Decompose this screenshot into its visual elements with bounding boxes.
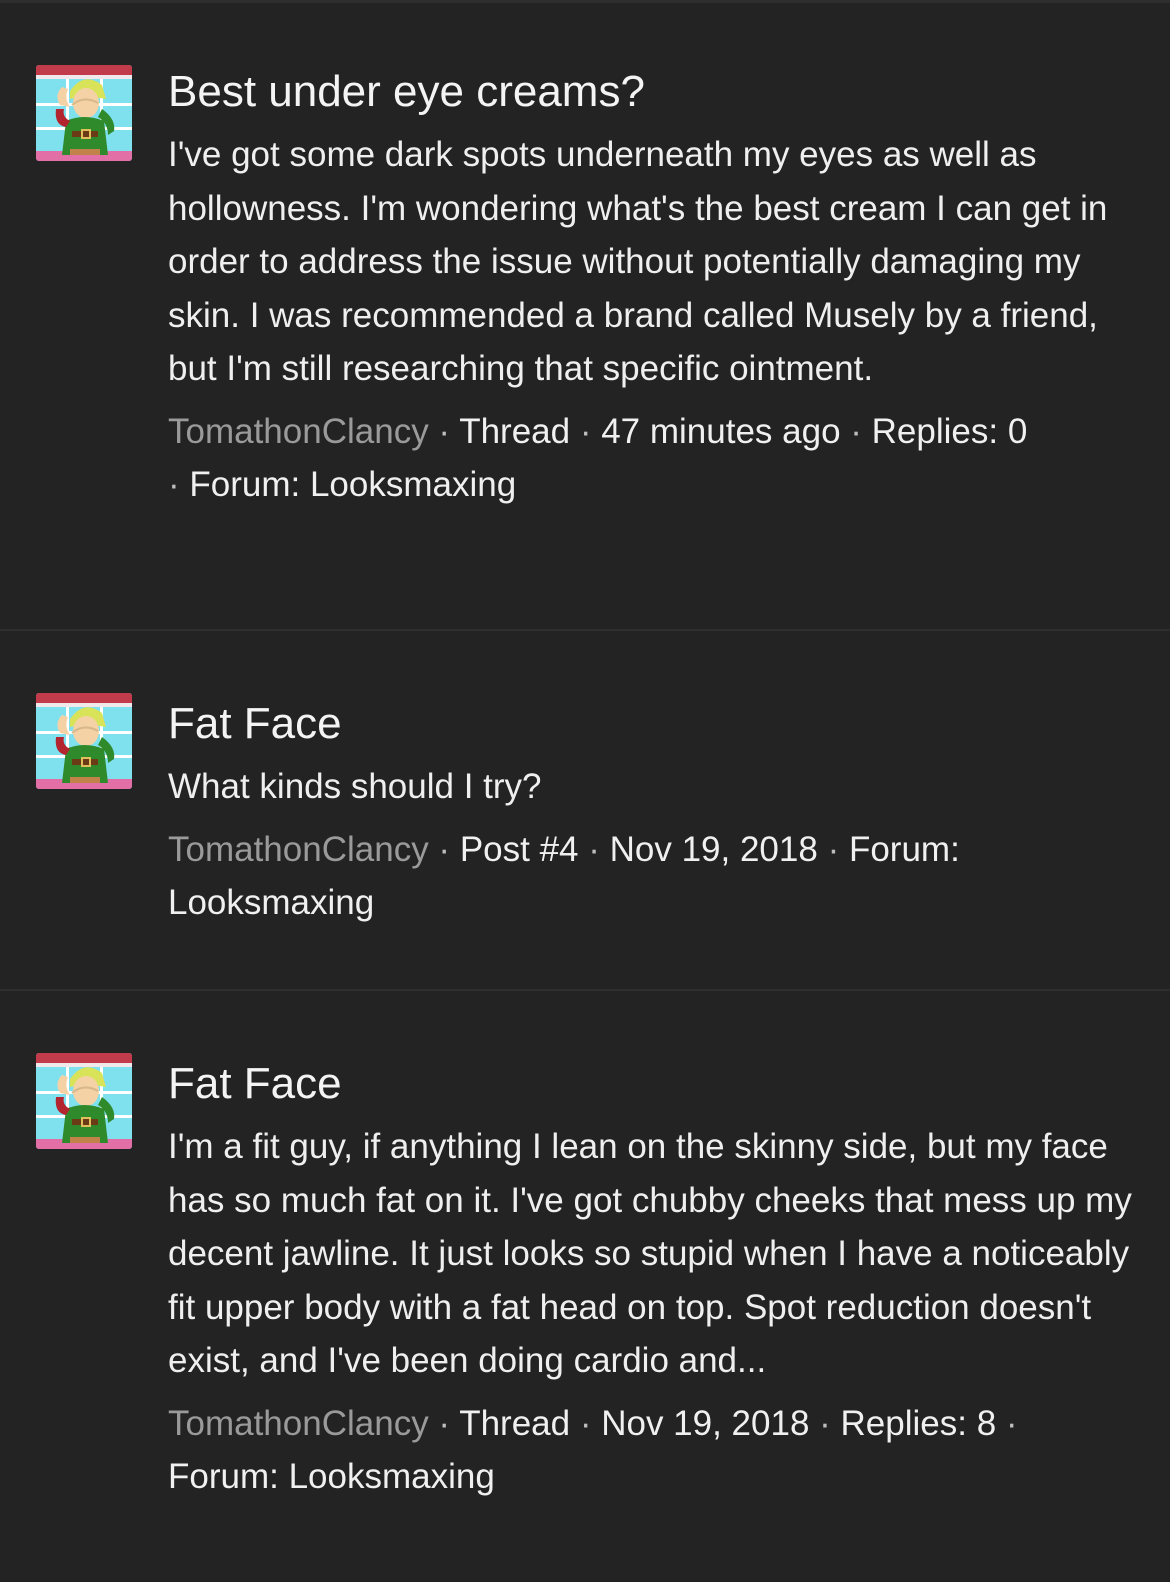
forum-link[interactable]: Forum: Looksmaxing [189, 465, 516, 504]
meta-separator: · [428, 1403, 460, 1443]
forum-link[interactable]: Forum: Looksmaxing [168, 1457, 495, 1496]
search-result: Fat Face What kinds should I try? Tomath… [0, 631, 1170, 991]
avatar[interactable] [36, 693, 132, 789]
meta-separator: · [428, 411, 460, 451]
avatar[interactable] [36, 1053, 132, 1149]
result-meta: TomathonClancy · Post #4 · Nov 19, 2018 … [168, 823, 1142, 930]
avatar[interactable] [36, 65, 132, 161]
meta-separator: · [570, 1403, 602, 1443]
search-result: Best under eye creams? I've got some dar… [0, 3, 1170, 631]
result-title[interactable]: Best under eye creams? [168, 64, 1142, 120]
meta-separator: · [809, 1403, 841, 1443]
author-link[interactable]: TomathonClancy [168, 830, 429, 869]
result-snippet: I've got some dark spots underneath my e… [168, 135, 1108, 388]
result-snippet: I'm a fit guy, if anything I lean on the… [168, 1127, 1132, 1380]
reply-count: Replies: 0 [871, 411, 1028, 451]
avatar-green-tunic-elf-icon [36, 65, 132, 161]
result-title[interactable]: Fat Face [168, 696, 1142, 752]
reply-count: Replies: 8 [840, 1403, 997, 1443]
search-result: Fat Face I'm a fit guy, if anything I le… [0, 991, 1170, 1582]
meta-separator: · [996, 1403, 1018, 1443]
result-meta: TomathonClancy · Thread · Nov 19, 2018 ·… [168, 1397, 1142, 1504]
meta-separator: · [578, 829, 610, 869]
timestamp: Nov 19, 2018 [609, 829, 818, 869]
author-link[interactable]: TomathonClancy [168, 412, 429, 451]
content-type: Thread [459, 1403, 571, 1443]
avatar-green-tunic-elf-icon [36, 693, 132, 789]
avatar-green-tunic-elf-icon [36, 1053, 132, 1149]
result-title[interactable]: Fat Face [168, 1056, 1142, 1112]
timestamp: 47 minutes ago [601, 411, 841, 451]
content-type: Thread [459, 411, 571, 451]
meta-separator: · [570, 411, 602, 451]
result-meta: TomathonClancy · Thread · 47 minutes ago… [168, 405, 1142, 512]
meta-separator: · [168, 465, 180, 504]
meta-separator: · [817, 829, 849, 869]
meta-separator: · [428, 829, 460, 869]
content-type: Post #4 [459, 829, 579, 869]
timestamp: Nov 19, 2018 [601, 1403, 810, 1443]
meta-separator: · [840, 411, 872, 451]
result-snippet: What kinds should I try? [168, 767, 542, 806]
author-link[interactable]: TomathonClancy [168, 1404, 429, 1443]
